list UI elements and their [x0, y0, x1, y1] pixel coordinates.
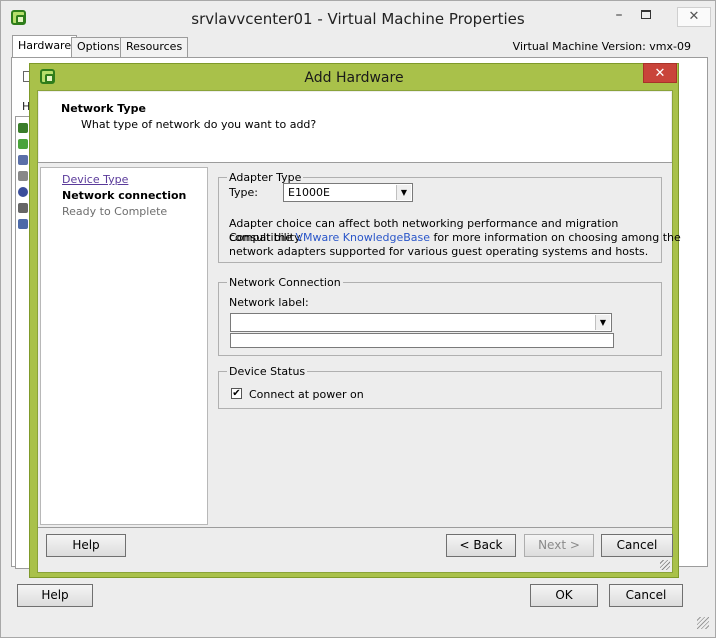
maximize-icon — [641, 10, 651, 19]
window-title: srvlavvcenter01 - Virtual Machine Proper… — [191, 10, 525, 28]
wizard-header: Network Type What type of network do you… — [39, 92, 671, 162]
dialog-title: Add Hardware — [304, 70, 404, 86]
tab-options[interactable]: Options — [71, 37, 126, 57]
help-button[interactable]: Help — [46, 534, 126, 557]
cpu-icon — [18, 139, 28, 149]
vmware-kb-link[interactable]: VMware KnowledgeBase — [296, 231, 431, 244]
hard-disk-icon — [18, 203, 28, 213]
resize-grip-icon[interactable] — [697, 617, 709, 629]
adapter-info-line3: network adapters supported for various g… — [229, 245, 649, 258]
next-button[interactable]: Next > — [524, 534, 594, 557]
minimize-button[interactable]: – — [609, 6, 629, 26]
step-ready-to-complete: Ready to Complete — [62, 205, 168, 218]
adapter-info-line2: Consult the VMware KnowledgeBase for mor… — [229, 231, 681, 245]
adapter-info-suffix: for more information on choosing among t… — [430, 231, 681, 244]
footer-divider — [38, 527, 672, 528]
tab-hardware[interactable]: Hardware — [12, 35, 78, 57]
adapter-type-label: Type: — [229, 186, 258, 199]
page-subtitle: What type of network do you want to add? — [81, 118, 317, 131]
connect-at-power-on-label: Connect at power on — [249, 388, 364, 401]
outer-ok-button[interactable]: OK — [530, 584, 598, 607]
dialog-body: Network Type What type of network do you… — [37, 90, 681, 573]
vm-version-label: Virtual Machine Version: vmx-09 — [512, 40, 691, 53]
chevron-down-icon[interactable]: ▼ — [396, 185, 411, 200]
step-device-type[interactable]: Device Type — [62, 173, 128, 186]
adapter-info-prefix: Consult the — [229, 231, 296, 244]
memory-icon — [18, 123, 28, 133]
device-status-legend: Device Status — [229, 365, 306, 378]
dialog-close-button[interactable]: ✕ — [643, 63, 677, 83]
network-label-label: Network label: — [229, 296, 309, 309]
maximize-button[interactable] — [635, 6, 657, 26]
video-card-icon — [18, 155, 28, 165]
tab-resources[interactable]: Resources — [120, 37, 189, 57]
wizard-steps-nav: Device Type Network connection Ready to … — [40, 167, 208, 525]
cd-dvd-icon — [18, 187, 28, 197]
scsi-controller-icon — [18, 219, 28, 229]
outer-cancel-button[interactable]: Cancel — [609, 584, 683, 607]
outer-titlebar[interactable]: srvlavvcenter01 - Virtual Machine Proper… — [1, 1, 715, 35]
page-title: Network Type — [61, 102, 146, 115]
chevron-down-icon[interactable]: ▼ — [595, 315, 610, 330]
adapter-type-select[interactable]: E1000E ▼ — [283, 183, 413, 202]
outer-help-button[interactable]: Help — [17, 584, 93, 607]
step-network-connection: Network connection — [62, 189, 187, 202]
network-filter-input[interactable] — [230, 333, 614, 348]
network-connection-legend: Network Connection — [229, 276, 341, 289]
dialog-resize-grip-icon[interactable] — [660, 560, 670, 570]
device-status-group: Device Status — [218, 365, 662, 409]
cancel-button[interactable]: Cancel — [601, 534, 673, 557]
adapter-type-value: E1000E — [288, 186, 330, 199]
header-divider — [38, 162, 672, 163]
network-label-select[interactable]: ▼ — [230, 313, 612, 332]
close-button[interactable]: ✕ — [677, 7, 711, 27]
vmci-device-icon — [18, 171, 28, 181]
connect-at-power-on-checkbox[interactable]: ✔ — [231, 388, 242, 399]
add-hardware-dialog: Add Hardware ✕ Network Type What type of… — [29, 63, 681, 578]
back-button[interactable]: < Back — [446, 534, 516, 557]
